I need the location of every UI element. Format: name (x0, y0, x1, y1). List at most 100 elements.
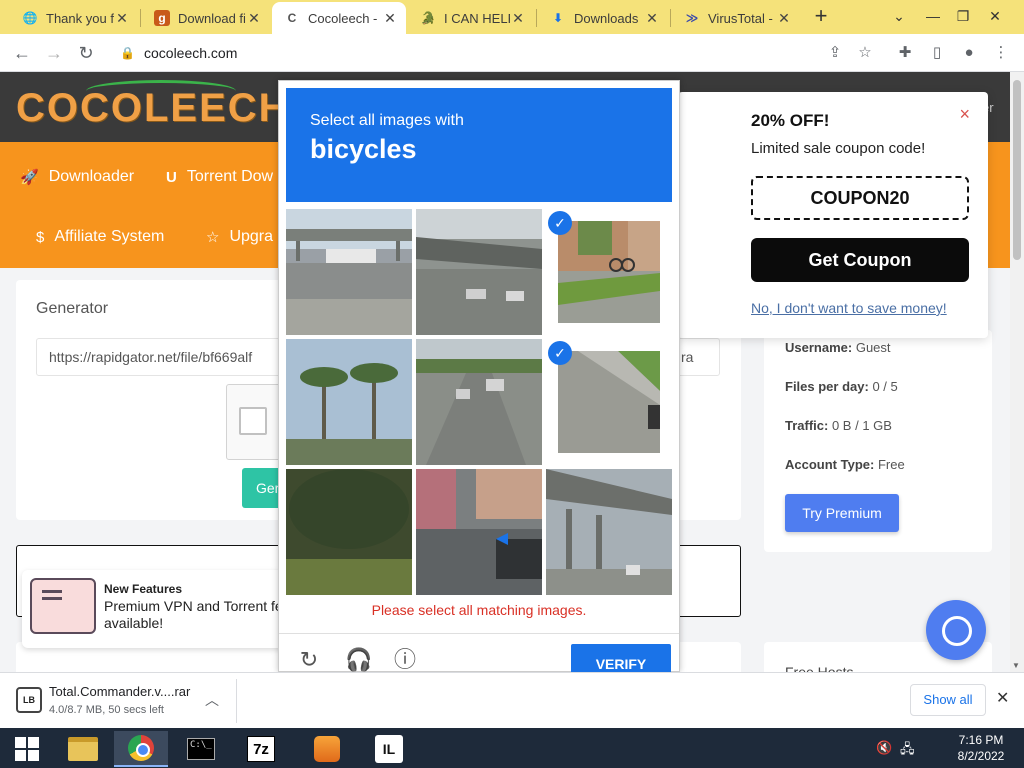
tab-thank-you[interactable]: 🌐 Thank you fo ✕ (10, 2, 138, 34)
taskbar-7zip[interactable]: 7z (234, 731, 288, 767)
magnet-icon: U (166, 168, 177, 186)
side-panel-icon[interactable]: ▯ (924, 40, 950, 66)
site-logo[interactable]: COCOLEECH (16, 80, 290, 131)
back-icon[interactable]: ← (8, 39, 36, 67)
taskbar-command-prompt[interactable]: C:\_ (174, 731, 228, 767)
network-icon[interactable]: 🖧 (900, 740, 915, 762)
download-file-name[interactable]: Total.Commander.v....rar (49, 684, 190, 699)
speaker-muted-icon[interactable]: 🔇 (876, 740, 892, 756)
tab-label: Download fil (178, 10, 246, 26)
profile-icon[interactable]: ● (956, 40, 982, 66)
fl-studio-icon (314, 736, 340, 762)
close-icon[interactable]: ✕ (246, 10, 262, 27)
recaptcha-widget (226, 384, 286, 460)
animal-icon: 🐊 (420, 11, 436, 25)
tab-i-can-help[interactable]: 🐊 I CAN HELP | ✕ (408, 2, 534, 34)
tab-cocoleech[interactable]: C Cocoleech - ✕ (272, 2, 406, 34)
nav-torrent-downloader[interactable]: U Torrent Dow (166, 168, 273, 186)
account-traffic: Traffic: 0 B / 1 GB (785, 418, 892, 433)
download-status: 4.0/8.7 MB, 50 secs left (49, 704, 164, 716)
generator-title: Generator (36, 300, 109, 317)
nav-label: Downloader (48, 168, 135, 185)
get-coupon-button[interactable]: Get Coupon (751, 238, 969, 282)
start-button[interactable] (0, 731, 54, 767)
captcha-tile-selected[interactable]: ✓ (546, 339, 672, 465)
tab-label: I CAN HELP | (444, 10, 510, 26)
captcha-tile-selected[interactable]: ✓ (546, 209, 672, 335)
menu-icon[interactable]: ⋮ (988, 40, 1014, 66)
highway-cars-image (416, 339, 542, 465)
tab-label: Cocoleech - (308, 10, 378, 26)
coupon-code[interactable]: COUPON20 (751, 176, 969, 220)
tab-downloads[interactable]: ⬇ Downloads ✕ (538, 2, 668, 34)
new-features-toast[interactable]: New Features Premium VPN and Torrent fe … (22, 570, 322, 648)
inbox-icon (30, 578, 96, 634)
taskbar-fl-studio[interactable] (300, 731, 354, 767)
captcha-instruction: Select all images with (310, 112, 464, 129)
pedestrian-bridge-image (416, 209, 542, 335)
chevron-up-icon[interactable]: ︿ (205, 690, 219, 710)
page-scrollbar[interactable]: ▼ (1010, 72, 1024, 672)
nav-downloader[interactable]: 🚀 Downloader (20, 168, 134, 186)
captcha-tile[interactable] (286, 469, 412, 595)
window-close-icon[interactable]: ✕ (980, 2, 1010, 30)
nav-affiliate-system[interactable]: $ Affiliate System (36, 228, 164, 246)
taskbar-intellij[interactable]: IL (362, 731, 416, 767)
show-all-button[interactable]: Show all (910, 684, 986, 716)
captcha-tile[interactable] (286, 209, 412, 335)
chat-icon[interactable] (926, 600, 986, 660)
close-icon[interactable]: ✕ (114, 10, 130, 27)
close-icon[interactable]: ✕ (510, 10, 526, 27)
account-files-per-day: Files per day: 0 / 5 (785, 379, 898, 394)
taskbar-file-explorer[interactable] (56, 731, 110, 767)
curb-road-image (558, 351, 660, 453)
address-bar[interactable]: 🔒 cocoleech.com (108, 38, 888, 68)
clock-date: 8/2/2022 (957, 749, 1005, 763)
verify-button[interactable]: VERIFY (571, 644, 671, 672)
input-value-tail: ra (681, 349, 694, 365)
tab-virustotal[interactable]: ≫ VirusTotal - ✕ (672, 2, 800, 34)
captcha-tile[interactable] (416, 339, 542, 465)
value: 0 / 5 (872, 379, 898, 394)
captcha-tile[interactable] (286, 339, 412, 465)
trees-grass-image (286, 469, 412, 595)
minimize-icon[interactable]: — (918, 2, 948, 30)
tab-search-chevron-icon[interactable]: ⌄ (884, 2, 914, 30)
tab-label: Downloads (574, 10, 639, 26)
rocket-icon: 🚀 (20, 169, 39, 186)
share-icon[interactable]: ⇪ (822, 40, 848, 66)
captcha-tile[interactable] (416, 469, 542, 595)
try-premium-button[interactable]: Try Premium (785, 494, 899, 532)
scroll-thumb[interactable] (1013, 80, 1021, 260)
reload-icon[interactable]: ↻ (297, 648, 321, 672)
nav-upgrade[interactable]: ☆ Upgra (206, 228, 273, 246)
close-icon[interactable]: ✕ (382, 10, 398, 27)
bookmark-star-icon[interactable]: ☆ (852, 40, 878, 66)
forward-icon[interactable]: → (40, 39, 68, 67)
close-icon[interactable]: × (959, 104, 970, 125)
captcha-tile[interactable] (416, 209, 542, 335)
palm-trees-image (286, 339, 412, 465)
elevated-road-image (546, 469, 672, 595)
info-icon[interactable]: ⓘ (393, 648, 417, 672)
reload-icon[interactable]: ↻ (72, 39, 100, 67)
windows-taskbar: C:\_ 7z IL 🔇 🖧 7:16 PM 8/2/2022 (0, 728, 1024, 768)
close-icon[interactable]: ✕ (996, 688, 1009, 708)
decline-coupon-link[interactable]: No, I don't want to save money! (751, 300, 947, 316)
restore-icon[interactable]: ❐ (948, 2, 978, 30)
free-hosts-title: Free Hosts (785, 664, 854, 672)
captcha-tile[interactable] (546, 469, 672, 595)
label: Files per day: (785, 379, 869, 394)
new-tab-button[interactable]: + (810, 4, 832, 30)
tab-download-file[interactable]: g Download fil ✕ (142, 2, 270, 34)
close-icon[interactable]: ✕ (644, 10, 660, 27)
extensions-icon[interactable]: ✚ (892, 40, 918, 66)
headphones-icon[interactable]: 🎧 (345, 648, 372, 672)
taskbar-chrome[interactable] (114, 731, 168, 767)
close-icon[interactable]: ✕ (776, 10, 792, 27)
recaptcha-checkbox[interactable] (239, 407, 267, 435)
selected-check-icon: ✓ (548, 341, 572, 365)
system-clock[interactable]: 7:16 PM 8/2/2022 (946, 732, 1016, 764)
scroll-down-icon[interactable]: ▼ (1012, 661, 1020, 670)
tab-label: Thank you fo (46, 10, 114, 26)
